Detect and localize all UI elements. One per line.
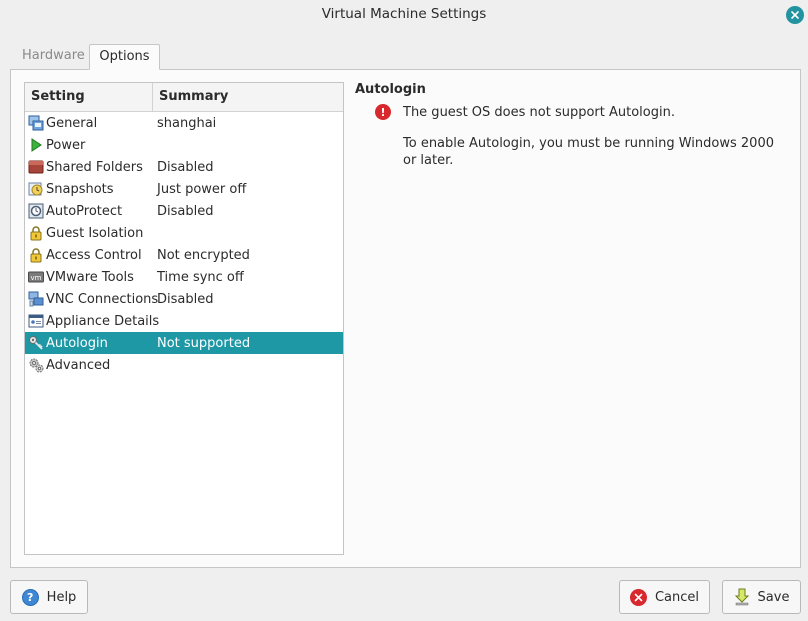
appliance-icon	[28, 313, 44, 329]
message-line-2: To enable Autologin, you must be running…	[403, 136, 774, 168]
options-panel: Setting Summary General shanghai Power S…	[10, 69, 801, 568]
column-header-summary[interactable]: Summary	[153, 83, 343, 111]
save-label: Save	[757, 589, 790, 605]
setting-label: Snapshots	[46, 181, 114, 197]
cancel-button[interactable]: Cancel	[619, 580, 710, 614]
tab-hardware[interactable]: Hardware	[12, 44, 95, 70]
power-icon	[28, 137, 44, 153]
setting-label: VMware Tools	[46, 269, 134, 285]
setting-label: Appliance Details	[46, 313, 160, 329]
settings-list: Setting Summary General shanghai Power S…	[24, 82, 344, 555]
summary-value: Time sync off	[157, 269, 244, 285]
summary-value: Disabled	[157, 159, 214, 175]
autoprotect-icon	[28, 203, 44, 219]
detail-pane: Autologin ! The guest OS does not suppor…	[355, 82, 785, 168]
close-icon	[791, 11, 799, 19]
save-icon	[734, 588, 750, 606]
setting-label: Guest Isolation	[46, 225, 144, 241]
key-icon	[28, 335, 44, 351]
list-header: Setting Summary	[25, 83, 343, 112]
shared-folders-icon	[28, 159, 44, 175]
setting-label: Shared Folders	[46, 159, 143, 175]
help-icon: ?	[21, 588, 39, 606]
close-button[interactable]	[786, 6, 804, 24]
list-item-general[interactable]: General shanghai	[25, 112, 343, 134]
list-item-autologin[interactable]: Autologin Not supported	[25, 332, 343, 354]
detail-title: Autologin	[355, 82, 426, 97]
svg-text:vm: vm	[31, 274, 42, 282]
summary-value: Not encrypted	[157, 247, 250, 263]
setting-label: AutoProtect	[46, 203, 123, 219]
list-item-advanced[interactable]: Advanced	[25, 354, 343, 376]
cancel-icon	[629, 588, 647, 606]
general-icon	[28, 115, 44, 131]
list-item-shared-folders[interactable]: Shared Folders Disabled	[25, 156, 343, 178]
list-item-vmware-tools[interactable]: vm VMware Tools Time sync off	[25, 266, 343, 288]
summary-value: Disabled	[157, 291, 214, 307]
column-header-setting[interactable]: Setting	[25, 83, 153, 111]
list-item-guest-isolation[interactable]: Guest Isolation	[25, 222, 343, 244]
gears-icon	[28, 357, 44, 373]
list-item-power[interactable]: Power	[25, 134, 343, 156]
vm-icon: vm	[28, 269, 44, 285]
list-item-vnc-connections[interactable]: VNC Connections Disabled	[25, 288, 343, 310]
list-item-snapshots[interactable]: Snapshots Just power off	[25, 178, 343, 200]
summary-value: Disabled	[157, 203, 214, 219]
lock-icon	[28, 225, 44, 241]
list-item-autoprotect[interactable]: AutoProtect Disabled	[25, 200, 343, 222]
summary-value: Just power off	[157, 181, 247, 197]
title-bar: Virtual Machine Settings	[0, 0, 808, 30]
list-item-access-control[interactable]: Access Control Not encrypted	[25, 244, 343, 266]
snapshots-icon	[28, 181, 44, 197]
summary-value: Not supported	[157, 335, 251, 351]
setting-label: VNC Connections	[46, 291, 159, 307]
error-icon: !	[375, 104, 391, 120]
error-message: ! The guest OS does not support Autologi…	[375, 104, 775, 169]
setting-label: Access Control	[46, 247, 142, 263]
setting-label: Advanced	[46, 357, 111, 373]
tab-options[interactable]: Options	[89, 44, 160, 70]
setting-label: Power	[46, 137, 86, 153]
message-line-1: The guest OS does not support Autologin.	[403, 105, 675, 120]
setting-label: General	[46, 115, 98, 131]
help-button[interactable]: ? Help	[10, 580, 88, 614]
save-button[interactable]: Save	[722, 580, 801, 614]
summary-value: shanghai	[157, 115, 217, 131]
vnc-icon	[28, 291, 44, 307]
setting-label: Autologin	[46, 335, 108, 351]
list-item-appliance-details[interactable]: Appliance Details	[25, 310, 343, 332]
lock-icon	[28, 247, 44, 263]
window-title: Virtual Machine Settings	[321, 6, 487, 22]
help-label: Help	[46, 589, 77, 605]
cancel-label: Cancel	[654, 589, 700, 605]
